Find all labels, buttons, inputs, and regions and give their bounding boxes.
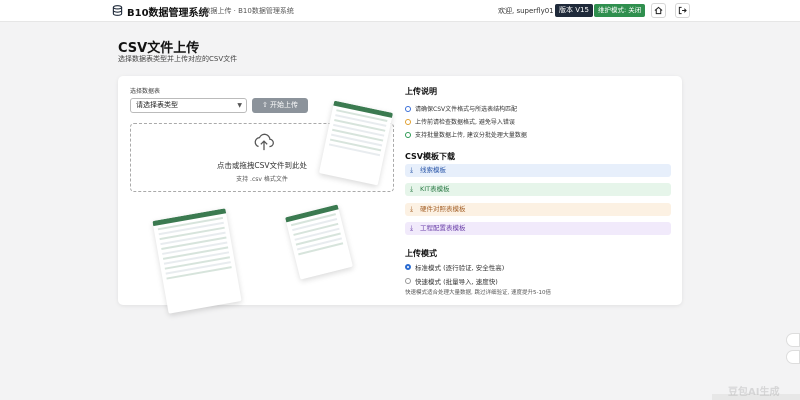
template-label: KIT表模板	[420, 185, 450, 193]
template-download-kit[interactable]: ⤓ KIT表模板	[405, 183, 671, 196]
welcome-text: 欢迎, superfly01	[498, 7, 554, 15]
chevron-down-icon: ▼	[237, 102, 242, 109]
mode-label: 标准模式 (逐行验证, 安全性高)	[415, 264, 505, 272]
radio-selected[interactable]	[405, 264, 411, 270]
database-icon	[112, 5, 123, 16]
instruction-text: 上传前请检查数据格式, 避免导入错误	[415, 119, 515, 126]
templates-title: CSV模板下载	[405, 152, 455, 161]
select-label: 选择数据表	[130, 88, 161, 95]
select-value: 请选择表类型	[136, 101, 178, 109]
instruction-text: 请确保CSV文件格式与所选表结构匹配	[415, 106, 518, 113]
instruction-note: 请确保CSV文件格式与所选表结构匹配	[405, 104, 517, 113]
warning-icon	[405, 118, 411, 125]
start-upload-button[interactable]: ⇧ 开始上传	[252, 98, 308, 113]
radio-unselected[interactable]	[405, 278, 411, 284]
breadcrumb: · 数据上传 · B10数据管理系统	[199, 7, 294, 15]
mode-title: 上传模式	[405, 249, 437, 258]
template-label: 工程配置表模板	[420, 224, 466, 232]
download-icon: ⤓	[410, 224, 414, 232]
download-icon: ⤓	[410, 185, 414, 193]
instruction-note: 上传前请检查数据格式, 避免导入错误	[405, 117, 515, 126]
page-subtitle: 选择数据表类型并上传对应的CSV文件	[118, 55, 238, 63]
cloud-upload-icon	[254, 133, 274, 151]
logout-icon	[678, 6, 687, 15]
mode-note: 快速模式适合处理大量数据, 跳过详细验证, 速度提升5-10倍	[405, 290, 551, 296]
download-icon: ⤓	[410, 166, 414, 174]
mode-label: 快速模式 (批量导入, 速度快)	[415, 278, 498, 286]
upload-card: 选择数据表 请选择表类型 ▼ ⇧ 开始上传 点击或拖拽CSV文件到此处 支持 .…	[118, 76, 682, 314]
download-icon: ⤓	[410, 205, 414, 213]
brand-title[interactable]: B10数据管理系统	[127, 4, 209, 19]
spreadsheet-illustration	[285, 204, 353, 280]
home-button[interactable]	[651, 3, 666, 18]
version-badge: 版本 V15	[555, 4, 593, 17]
side-widget[interactable]	[786, 333, 800, 347]
template-download-hardware[interactable]: ⤓ 硬件对照表模板	[405, 203, 671, 216]
maintenance-badge: 维护模式: 关闭	[594, 4, 646, 17]
mode-option-fast[interactable]: 快速模式 (批量导入, 速度快)	[405, 276, 498, 286]
top-bar: B10数据管理系统 · 数据上传 · B10数据管理系统 欢迎, superfl…	[0, 0, 800, 22]
instruction-note: 支持批量数据上传, 建议分批处理大量数据	[405, 130, 527, 139]
template-label: 硬件对照表模板	[420, 205, 466, 213]
logout-button[interactable]	[675, 3, 690, 18]
home-icon	[654, 6, 663, 15]
side-widget[interactable]	[786, 350, 800, 364]
template-download-engineering[interactable]: ⤓ 工程配置表模板	[405, 222, 671, 235]
template-download-leads[interactable]: ⤓ 线索模板	[405, 164, 671, 177]
start-upload-label: 开始上传	[270, 101, 299, 109]
info-icon	[405, 105, 411, 112]
spreadsheet-illustration	[152, 208, 242, 314]
upload-arrow-icon: ⇧	[261, 101, 268, 109]
watermark: 豆包AI生成	[728, 387, 780, 398]
check-icon	[405, 131, 411, 138]
mode-option-standard[interactable]: 标准模式 (逐行验证, 安全性高)	[405, 262, 504, 272]
template-label: 线索模板	[420, 166, 446, 174]
instructions-title: 上传说明	[405, 87, 437, 96]
table-type-select[interactable]: 请选择表类型 ▼	[130, 98, 247, 113]
instruction-text: 支持批量数据上传, 建议分批处理大量数据	[415, 132, 527, 139]
